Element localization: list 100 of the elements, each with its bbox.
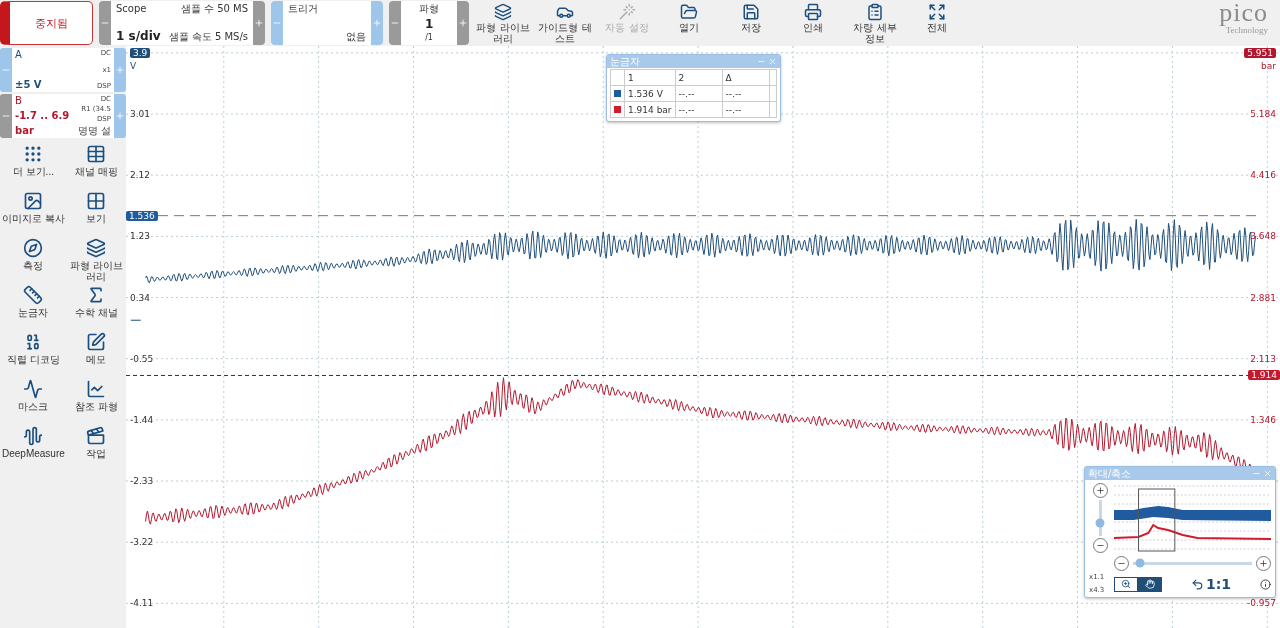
tool-button[interactable]: 눈금자 bbox=[0, 285, 67, 332]
scroll-right-button[interactable] bbox=[1256, 555, 1271, 571]
zoom-out-button[interactable] bbox=[1092, 538, 1108, 553]
close-button[interactable] bbox=[1263, 469, 1272, 478]
folder-icon bbox=[680, 3, 699, 21]
close-icon bbox=[1263, 469, 1272, 478]
table-cell: --.-- bbox=[675, 85, 723, 102]
clipboard-icon bbox=[866, 3, 885, 21]
tool-button[interactable]: 참조 파형 bbox=[66, 379, 126, 426]
tool-button[interactable]: 더 보기... bbox=[0, 144, 67, 191]
table-cell: 1.914 bar bbox=[624, 101, 676, 118]
pan-tool-button[interactable] bbox=[1138, 576, 1162, 592]
plus-icon bbox=[372, 18, 383, 28]
clapperboard-icon bbox=[86, 426, 107, 446]
zoom-tool-button[interactable] bbox=[1114, 576, 1138, 592]
axis-tick-label: 5.184 bbox=[1250, 109, 1276, 120]
column-header: 2 bbox=[675, 69, 723, 86]
increase-button[interactable] bbox=[253, 1, 266, 45]
stop-button[interactable]: 중지됨 bbox=[0, 1, 93, 45]
tool-button[interactable]: 측정 bbox=[0, 238, 67, 285]
channel-name: A bbox=[15, 49, 22, 61]
zero-marker bbox=[130, 319, 142, 321]
increase-button[interactable] bbox=[457, 1, 470, 45]
table-cell: --.-- bbox=[722, 101, 770, 118]
save-icon bbox=[742, 3, 761, 21]
slider-thumb[interactable] bbox=[1135, 558, 1145, 568]
logo-tagline: Technology bbox=[1225, 25, 1268, 35]
toolbar-button[interactable]: 차량 세부 정보 bbox=[847, 1, 904, 45]
axis-tick-label: 1.23 bbox=[130, 231, 151, 242]
info-icon[interactable] bbox=[1260, 578, 1271, 590]
close-icon bbox=[767, 57, 777, 66]
column-header: Δ bbox=[722, 69, 770, 86]
toolbar-button[interactable]: 전체 bbox=[909, 1, 966, 45]
cursor-value[interactable]: 1.914 bbox=[1248, 370, 1280, 381]
axis-tick-label: 2.113 bbox=[1250, 353, 1276, 364]
waveform-label: 파형 bbox=[419, 3, 440, 15]
toolbar-button[interactable]: 가이드형 테스트 bbox=[537, 1, 594, 45]
axis-tick-label: 0.34 bbox=[130, 292, 151, 303]
sample-count: 샘플 수 50 MS bbox=[180, 3, 249, 15]
table-cell: --.-- bbox=[675, 101, 723, 118]
wand-icon bbox=[618, 3, 637, 21]
increase-button[interactable] bbox=[371, 1, 384, 45]
axis-tick-label: -0.55 bbox=[130, 353, 154, 364]
table-icon bbox=[86, 144, 107, 164]
pulse-icon bbox=[23, 379, 44, 399]
tool-button[interactable]: 보기 bbox=[66, 191, 126, 238]
axis-tick-label: -1.44 bbox=[130, 414, 154, 425]
tool-button[interactable]: 파형 라이브러리 bbox=[66, 238, 126, 285]
reset-zoom-button[interactable]: 1:1 bbox=[1190, 576, 1232, 592]
slider-thumb[interactable] bbox=[1095, 518, 1105, 528]
zoom-in-button[interactable] bbox=[1092, 483, 1108, 498]
plus-icon bbox=[115, 65, 125, 75]
tool-button[interactable]: 마스크 bbox=[0, 379, 67, 426]
axis-tick-label: 1.346 bbox=[1250, 414, 1276, 425]
sample-rate: 샘플 속도 5 MS/s bbox=[168, 31, 249, 43]
increase-button[interactable] bbox=[114, 94, 126, 138]
cursor-value[interactable]: 1.536 bbox=[126, 210, 158, 221]
decrease-button[interactable] bbox=[0, 48, 12, 92]
toolbar-button[interactable]: 열기 bbox=[661, 1, 718, 45]
trigger-mode: 없음 bbox=[346, 31, 367, 43]
channel-setting: 명명 설 bbox=[77, 125, 111, 137]
toolbar-button[interactable]: 저장 bbox=[723, 1, 780, 45]
scroll-left-button[interactable] bbox=[1114, 555, 1129, 571]
toolbar-button[interactable]: 인쇄 bbox=[785, 1, 842, 45]
column-header: 1 bbox=[624, 69, 676, 86]
decrease-button[interactable] bbox=[271, 1, 284, 45]
decrease-button[interactable] bbox=[99, 1, 111, 45]
axis-tick-label: 2.12 bbox=[130, 170, 151, 181]
channel-range: ±5 V bbox=[15, 79, 42, 91]
decrease-button[interactable] bbox=[389, 1, 402, 45]
wave-icon bbox=[23, 426, 44, 446]
line-chart-icon bbox=[86, 379, 107, 399]
layers-icon bbox=[86, 238, 107, 258]
tool-button[interactable]: 채널 매핑 bbox=[66, 144, 126, 191]
hand-icon bbox=[1145, 579, 1155, 589]
tool-button[interactable]: 이미지로 복사 bbox=[0, 191, 67, 238]
waveform-total: /1 bbox=[425, 33, 433, 43]
pen-square-icon bbox=[86, 332, 107, 352]
axis-tick-label: -3.22 bbox=[130, 537, 154, 548]
panel-title: 확대/축소 bbox=[1088, 466, 1133, 481]
increase-button[interactable] bbox=[114, 48, 126, 92]
channel-range: -1.7 .. 6.9 bbox=[15, 110, 70, 122]
tool-button[interactable]: 작업 bbox=[66, 426, 126, 473]
decrease-button[interactable] bbox=[0, 94, 12, 138]
tool-button[interactable]: DeepMeasure bbox=[0, 426, 67, 473]
expand-icon bbox=[928, 3, 947, 21]
axis-unit: V bbox=[130, 60, 137, 71]
axis-tick-label: -4.11 bbox=[130, 598, 154, 609]
close-button[interactable] bbox=[767, 57, 777, 66]
toolbar-button[interactable]: 파형 라이브러리 bbox=[475, 1, 532, 45]
tool-button[interactable]: 직렬 디코딩 bbox=[0, 332, 67, 379]
logo-text: pico bbox=[1219, 1, 1268, 25]
tool-button[interactable]: 수학 채널 bbox=[66, 285, 126, 332]
axis-tick-label: 4.416 bbox=[1250, 170, 1276, 181]
undo-arrow-icon bbox=[1190, 577, 1204, 591]
axis-tick-label: -2.33 bbox=[130, 476, 154, 486]
axis-max-value: 5.951 bbox=[1244, 47, 1276, 58]
scope-label: Scope bbox=[116, 3, 147, 15]
tool-button[interactable]: 메모 bbox=[66, 332, 126, 379]
channel-unit: bar bbox=[15, 125, 34, 137]
